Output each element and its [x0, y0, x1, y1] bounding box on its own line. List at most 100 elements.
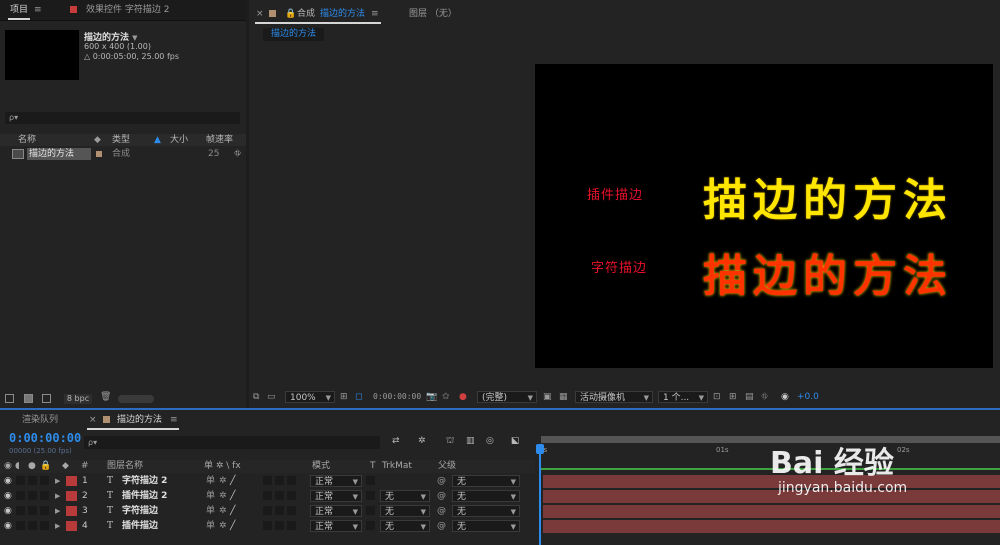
collapse-switch-icon[interactable]: ✲: [219, 489, 227, 503]
switch-cell[interactable]: [263, 521, 272, 530]
timeline-timecode[interactable]: 0:00:00:00: [9, 431, 81, 445]
zoom-dropdown[interactable]: 100% ▼: [285, 391, 335, 403]
playhead[interactable]: [539, 446, 541, 545]
col-name[interactable]: 名称: [18, 134, 36, 146]
trkmat-dropdown[interactable]: 无 ▼: [380, 520, 430, 532]
collapse-switch-icon[interactable]: ✲: [219, 474, 227, 488]
shy-icon[interactable]: ⛫: [446, 436, 454, 447]
expand-arrow-icon[interactable]: ▶: [55, 504, 60, 518]
layer-row[interactable]: ◉ ▶ 2 T 插件描边 2 单 ✲ ╱ 正常 ▼ 无 ▼ @ 无 ▼: [0, 489, 540, 503]
shy-switch-icon[interactable]: 单: [206, 489, 215, 503]
search-input[interactable]: ρ▾: [5, 112, 240, 124]
switch-cell[interactable]: [275, 521, 284, 530]
audio-cell[interactable]: [16, 491, 25, 500]
switch-cell[interactable]: [275, 476, 284, 485]
tab-comp-name[interactable]: 描边的方法: [320, 4, 365, 24]
layer-name[interactable]: 插件描边: [122, 519, 158, 533]
collapse-switch-icon[interactable]: ✲: [219, 504, 227, 518]
lock-cell[interactable]: [40, 476, 49, 485]
switch-cell[interactable]: [287, 521, 296, 530]
solo-cell[interactable]: [28, 521, 37, 530]
tab-render-queue[interactable]: 渲染队列: [22, 410, 58, 430]
quality-switch-icon[interactable]: ╱: [230, 504, 235, 518]
bpc-label[interactable]: 8 bpc: [64, 394, 92, 404]
preserve-transparency-cell[interactable]: [366, 506, 375, 515]
tab-composition[interactable]: 合成: [297, 4, 315, 24]
parent-dropdown[interactable]: 无 ▼: [452, 490, 520, 502]
resolution-dropdown[interactable]: (完整) ▼: [477, 391, 537, 403]
collapse-switch-icon[interactable]: ✲: [219, 519, 227, 533]
views-dropdown[interactable]: 1 个... ▼: [658, 391, 708, 403]
interpret-footage-icon[interactable]: [5, 394, 14, 403]
preserve-transparency-cell[interactable]: [366, 476, 375, 485]
lock-cell[interactable]: [40, 506, 49, 515]
switch-cell[interactable]: [287, 491, 296, 500]
toggle-pixel-icon[interactable]: ⊡: [713, 390, 721, 404]
layer-label-color[interactable]: [66, 521, 77, 531]
layer-label-color[interactable]: [66, 476, 77, 486]
parent-dropdown[interactable]: 无 ▼: [452, 475, 520, 487]
switch-cell[interactable]: [275, 491, 284, 500]
switch-cell[interactable]: [263, 506, 272, 515]
graph-editor-icon[interactable]: ⬕: [511, 436, 520, 446]
solo-cell[interactable]: [28, 476, 37, 485]
audio-cell[interactable]: [16, 506, 25, 515]
comp-mini-flowchart-icon[interactable]: ⇄: [392, 436, 400, 446]
viewer-timecode[interactable]: 0:00:00:00: [373, 390, 421, 404]
switch-cell[interactable]: [275, 506, 284, 515]
label-icon[interactable]: ◆: [62, 460, 69, 473]
preserve-transparency-cell[interactable]: [366, 491, 375, 500]
expand-arrow-icon[interactable]: ▶: [55, 474, 60, 488]
menu-icon[interactable]: ≡: [371, 4, 379, 24]
layer-name[interactable]: 字符描边: [122, 504, 158, 518]
layer-duration-bar[interactable]: [543, 520, 1000, 533]
col-size[interactable]: 大小: [170, 134, 188, 146]
snapshot-icon[interactable]: 📷: [426, 390, 437, 404]
eye-icon[interactable]: ◉: [4, 489, 12, 503]
tab-effects-controls[interactable]: 效果控件 字符描边 2: [86, 0, 169, 20]
solo-icon[interactable]: ●: [28, 460, 36, 473]
draft-3d-icon[interactable]: ✲: [418, 436, 426, 446]
expand-arrow-icon[interactable]: ▶: [55, 489, 60, 503]
layer-row[interactable]: ◉ ▶ 3 T 字符描边 单 ✲ ╱ 正常 ▼ 无 ▼ @ 无 ▼: [0, 504, 540, 518]
video-icon[interactable]: ◉: [4, 460, 12, 473]
switch-cell[interactable]: [263, 491, 272, 500]
menu-icon[interactable]: ≡: [34, 0, 42, 20]
pick-whip-icon[interactable]: @: [437, 489, 446, 503]
close-icon[interactable]: ×: [256, 4, 264, 24]
playhead-handle[interactable]: [536, 444, 544, 454]
exposure-icon[interactable]: ◉: [781, 390, 789, 404]
eye-icon[interactable]: ◉: [4, 474, 12, 488]
audio-cell[interactable]: [16, 476, 25, 485]
expand-arrow-icon[interactable]: ▶: [55, 519, 60, 533]
preserve-transparency-cell[interactable]: [366, 521, 375, 530]
eye-icon[interactable]: ◉: [4, 504, 12, 518]
layer-row[interactable]: ◉ ▶ 1 T 字符描边 2 单 ✲ ╱ 正常 ▼ @ 无 ▼: [0, 474, 540, 488]
layer-label-color[interactable]: [66, 491, 77, 501]
mask-icon[interactable]: ◻: [355, 390, 362, 404]
menu-icon[interactable]: ≡: [170, 410, 178, 430]
color-channel-icon[interactable]: ●: [459, 390, 467, 404]
frame-blending-icon[interactable]: ▥: [466, 436, 475, 446]
trash-icon[interactable]: 🗑: [100, 392, 111, 402]
breadcrumb[interactable]: 描边的方法: [263, 28, 325, 41]
show-snapshot-icon[interactable]: ✿: [442, 390, 450, 404]
quality-switch-icon[interactable]: ╱: [230, 489, 235, 503]
pick-whip-icon[interactable]: @: [437, 504, 446, 518]
mode-dropdown[interactable]: 正常 ▼: [310, 490, 362, 502]
pick-whip-icon[interactable]: @: [437, 474, 446, 488]
tab-layer[interactable]: 图层 （无）: [409, 4, 457, 24]
parent-dropdown[interactable]: 无 ▼: [452, 505, 520, 517]
shy-switch-icon[interactable]: 单: [206, 504, 215, 518]
solo-cell[interactable]: [28, 491, 37, 500]
safe-zones-icon[interactable]: ⊞: [340, 390, 348, 404]
layer-row[interactable]: ◉ ▶ 4 T 插件描边 单 ✲ ╱ 正常 ▼ 无 ▼ @ 无 ▼: [0, 519, 540, 533]
layer-name[interactable]: 插件描边 2: [122, 489, 167, 503]
flowchart-icon[interactable]: ⛗: [761, 390, 768, 404]
quality-switch-icon[interactable]: ╱: [230, 519, 235, 533]
tab-timeline-comp[interactable]: 描边的方法: [117, 410, 162, 430]
always-preview-icon[interactable]: ⧉: [253, 390, 259, 404]
monitor-icon[interactable]: ▭: [267, 390, 276, 404]
new-folder-icon[interactable]: [24, 394, 33, 403]
audio-cell[interactable]: [16, 521, 25, 530]
